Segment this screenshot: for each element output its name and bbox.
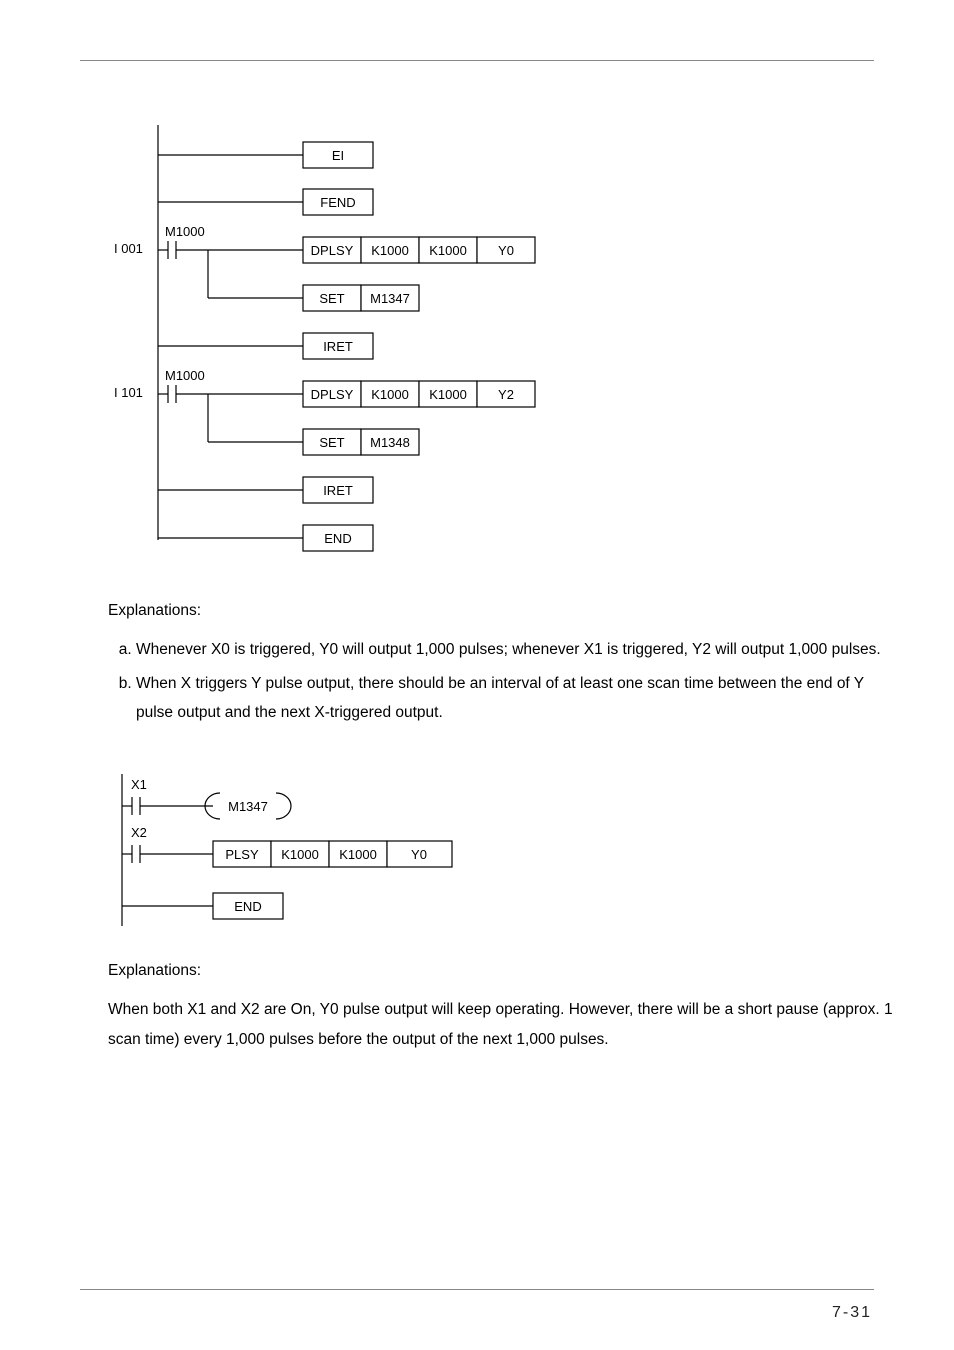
svg-text:K1000: K1000	[371, 387, 409, 402]
svg-text:SET: SET	[319, 291, 344, 306]
explanation-item-a: Whenever X0 is triggered, Y0 will output…	[136, 635, 894, 664]
explanations-block-1: Explanations: Whenever X0 is triggered, …	[108, 596, 894, 732]
instruction-fend: FEND	[320, 195, 355, 210]
svg-text:M1348: M1348	[370, 435, 410, 450]
interrupt-label-i101: I 101	[114, 385, 143, 400]
svg-text:K1000: K1000	[281, 847, 319, 862]
svg-text:K1000: K1000	[371, 243, 409, 258]
coil-m1347: M1347	[228, 799, 268, 814]
explanation-item-b: When X triggers Y pulse output, there sh…	[136, 669, 894, 728]
svg-text:DPLSY: DPLSY	[311, 243, 354, 258]
contact-m1000-2: M1000	[165, 368, 205, 383]
explanations-heading-1: Explanations:	[108, 596, 894, 625]
svg-text:K1000: K1000	[429, 387, 467, 402]
contact-m1000-1: M1000	[165, 224, 205, 239]
explanations-heading-2: Explanations:	[108, 956, 894, 985]
explanation-paragraph: When both X1 and X2 are On, Y0 pulse out…	[108, 995, 894, 1054]
explanations-block-2: Explanations: When both X1 and X2 are On…	[108, 956, 894, 1054]
instruction-ei: EI	[332, 148, 344, 163]
instruction-iret-1: IRET	[323, 339, 353, 354]
page-number: 7-31	[832, 1304, 872, 1322]
svg-text:K1000: K1000	[429, 243, 467, 258]
ladder-diagram-2: X1 M1347 X2 PLSY K1000 K1000 Y0 END	[108, 766, 568, 941]
ladder-diagram-1: EI FEND I 001 M1000 DPLSY K1000 K1000 Y0…	[108, 110, 668, 560]
svg-text:Y0: Y0	[411, 847, 427, 862]
top-horizontal-rule	[80, 60, 874, 61]
bottom-horizontal-rule	[80, 1289, 874, 1290]
instruction-end-2: END	[234, 899, 261, 914]
instruction-iret-2: IRET	[323, 483, 353, 498]
svg-text:Y2: Y2	[498, 387, 514, 402]
svg-text:DPLSY: DPLSY	[311, 387, 354, 402]
svg-text:PLSY: PLSY	[225, 847, 259, 862]
instruction-end-1: END	[324, 531, 351, 546]
contact-x1: X1	[131, 777, 147, 792]
svg-text:SET: SET	[319, 435, 344, 450]
svg-text:Y0: Y0	[498, 243, 514, 258]
svg-text:K1000: K1000	[339, 847, 377, 862]
page: EI FEND I 001 M1000 DPLSY K1000 K1000 Y0…	[0, 0, 954, 1350]
contact-x2: X2	[131, 825, 147, 840]
svg-text:M1347: M1347	[370, 291, 410, 306]
interrupt-label-i001: I 001	[114, 241, 143, 256]
